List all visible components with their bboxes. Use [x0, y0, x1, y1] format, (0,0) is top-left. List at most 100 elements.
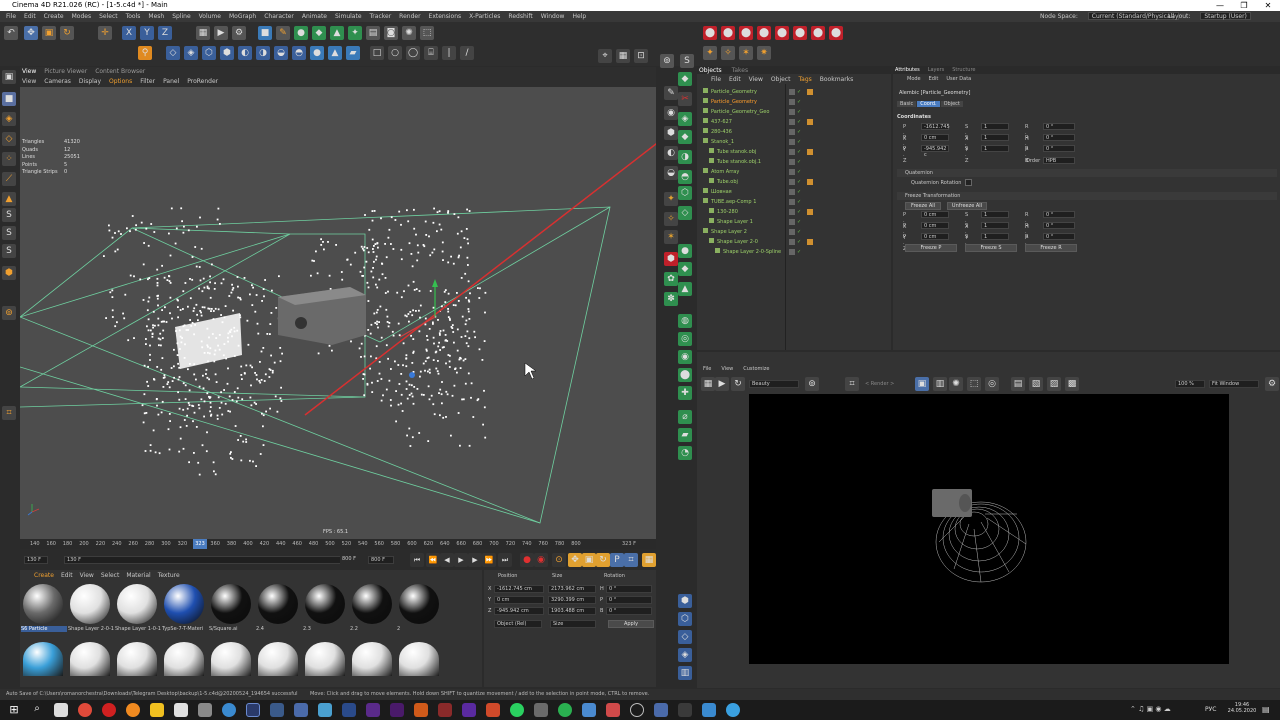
language-indicator[interactable]: РУС [1205, 706, 1216, 713]
coord-position-field[interactable]: -945.942 cm [494, 607, 544, 615]
coord-rotation-field[interactable]: 0 ° [606, 607, 652, 615]
attr-p-field[interactable]: -945.942 c [921, 145, 949, 158]
attribute-tab-0[interactable]: Attributes [895, 67, 920, 73]
material-item[interactable]: TypSe-7-T-Materi [162, 582, 206, 638]
telegram-icon[interactable] [222, 703, 236, 717]
render-view-icon[interactable]: ▶ [214, 26, 228, 40]
viewport-menu-5[interactable]: Panel [163, 78, 179, 85]
telegram-2-icon[interactable] [726, 703, 740, 717]
bezier-spline-icon[interactable]: / [460, 46, 474, 60]
freeze-section[interactable]: Freeze Transformation [897, 192, 1277, 200]
menu-item-8[interactable]: Volume [199, 13, 221, 20]
snap-mode-icon[interactable]: S [2, 208, 16, 222]
material-item[interactable] [68, 640, 112, 680]
coord-apply-button[interactable]: Apply [608, 620, 654, 628]
opera-icon[interactable] [102, 703, 116, 717]
viewport-menu-6[interactable]: ProRender [187, 78, 218, 85]
go-to-end-icon[interactable]: ⏭ [498, 553, 512, 567]
menu-item-5[interactable]: Tools [126, 13, 141, 20]
object-menu-1[interactable]: Edit [729, 76, 741, 83]
layout-select[interactable]: Startup (User) [1200, 12, 1251, 20]
xp-modifier-12-icon[interactable]: ⬡ [678, 186, 692, 200]
quaternion-section[interactable]: Quaternion [897, 169, 1277, 177]
material-menu-5[interactable]: Texture [158, 572, 180, 579]
coord-rotation-field[interactable]: 0 ° [606, 585, 652, 593]
material-item[interactable] [162, 640, 206, 680]
object-row[interactable]: Atom Array ✓ [699, 167, 889, 177]
tray-icons[interactable]: ⌃ ♫ ▣ ◉ ☁ [1130, 705, 1171, 713]
material-item[interactable] [115, 640, 159, 680]
xp-modifier-33-icon[interactable]: ◇ [678, 630, 692, 644]
pv-save-4-icon[interactable]: ▩ [1065, 377, 1079, 391]
menu-item-3[interactable]: Modes [72, 13, 91, 20]
viewport-tab-1[interactable]: Picture Viewer [44, 68, 87, 75]
attr-r-field[interactable]: 0 ° [1043, 123, 1075, 130]
viewport-menu-3[interactable]: Options [109, 78, 132, 85]
end-frame-field[interactable]: 800 F [368, 556, 394, 564]
viewport-nav-icon[interactable]: ⌖ [598, 49, 612, 63]
cone-icon[interactable]: ▲ [328, 46, 342, 60]
app-29-icon[interactable] [702, 703, 716, 717]
attribute-menu-1[interactable]: Edit [929, 76, 939, 82]
key-param-icon[interactable]: P [610, 553, 624, 567]
enabled-check-icon[interactable]: ✓ [797, 157, 801, 167]
pv-view-1-icon[interactable]: ▣ [915, 377, 929, 391]
photoshop-icon[interactable] [342, 703, 356, 717]
record-icon[interactable]: ● [520, 553, 534, 567]
coord-size-field[interactable]: 3290.399 cm [548, 596, 596, 604]
material-menu-1[interactable]: Edit [61, 572, 73, 579]
array-icon[interactable]: ◆ [312, 26, 326, 40]
object-row[interactable]: 130-280 ✓ [699, 207, 889, 217]
material-item[interactable]: 2.2 [350, 582, 394, 638]
attr-s-field[interactable]: 1 [981, 211, 1009, 218]
xp-emitter-icon[interactable]: ⬤ [703, 26, 717, 40]
mesh-tool-5-icon[interactable]: ◐ [238, 46, 252, 60]
visibility-dots[interactable] [789, 169, 795, 175]
xp-modifier-34-icon[interactable]: ◈ [678, 648, 692, 662]
node-space-select[interactable]: Current (Standard/Physical) [1087, 12, 1179, 20]
paint-icon[interactable]: ⌗ [2, 406, 16, 420]
go-to-start-icon[interactable]: ⏮ [410, 553, 424, 567]
menu-item-17[interactable]: Redshift [508, 13, 532, 20]
xp-modifier-21-icon[interactable]: ▲ [678, 282, 692, 296]
xp-modifier-26-icon[interactable]: ⬤ [678, 368, 692, 382]
object-menu-4[interactable]: Tags [798, 76, 811, 83]
attr-p-field[interactable]: 0 cm [921, 222, 949, 229]
material-item[interactable]: 2.3 [303, 582, 347, 638]
enabled-check-icon[interactable]: ✓ [797, 87, 801, 97]
xp-modifier-9-icon[interactable]: ◑ [678, 150, 692, 164]
keyframe-selection-icon[interactable]: ⊙ [552, 553, 566, 567]
visibility-dots[interactable] [789, 119, 795, 125]
xp-modifier-17-icon[interactable]: ● [678, 244, 692, 258]
pv-channel-icon[interactable]: ⊚ [805, 377, 819, 391]
object-menu-3[interactable]: Object [771, 76, 791, 83]
enabled-check-icon[interactable]: ✓ [797, 227, 801, 237]
freeze-r-button[interactable]: Freeze R [1025, 244, 1077, 252]
mesh-tool-3-icon[interactable]: ⬡ [202, 46, 216, 60]
pv-view-4-icon[interactable]: ⬚ [967, 377, 981, 391]
pv-view-3-icon[interactable]: ✺ [949, 377, 963, 391]
app-19-icon[interactable] [462, 703, 476, 717]
object-row[interactable]: Tube stanok.obj ✓ [699, 147, 889, 157]
mesh-tool-7-icon[interactable]: ◒ [274, 46, 288, 60]
visibility-dots[interactable] [789, 199, 795, 205]
sphere-icon[interactable]: ● [310, 46, 324, 60]
xp-modifier-15-icon[interactable]: ✧ [664, 212, 678, 226]
xp-modifier-30-icon[interactable]: ◔ [678, 446, 692, 460]
mesh-tool-1-icon[interactable]: ◇ [166, 46, 180, 60]
menu-item-4[interactable]: Select [99, 13, 118, 20]
object-tab-0[interactable]: Objects [699, 67, 722, 74]
coord-mode-select[interactable]: Object (Rel) [494, 620, 542, 628]
xp-modifier-6-icon[interactable]: ⬢ [664, 126, 678, 140]
enabled-check-icon[interactable]: ✓ [797, 207, 801, 217]
app-24-icon[interactable] [582, 703, 596, 717]
xp-modifier-20-icon[interactable]: ✿ [664, 272, 678, 286]
xp-tool-4-icon[interactable]: ✷ [757, 46, 771, 60]
next-key-icon[interactable]: ⏩ [482, 553, 496, 567]
menu-item-0[interactable]: File [6, 13, 16, 20]
freeze-p-button[interactable]: Freeze P [905, 244, 957, 252]
visibility-dots[interactable] [789, 229, 795, 235]
material-item[interactable]: Shape Layer 1-0-1 [115, 582, 161, 638]
xp-modifier-19-icon[interactable]: ◆ [678, 262, 692, 276]
spotify-icon[interactable] [558, 703, 572, 717]
